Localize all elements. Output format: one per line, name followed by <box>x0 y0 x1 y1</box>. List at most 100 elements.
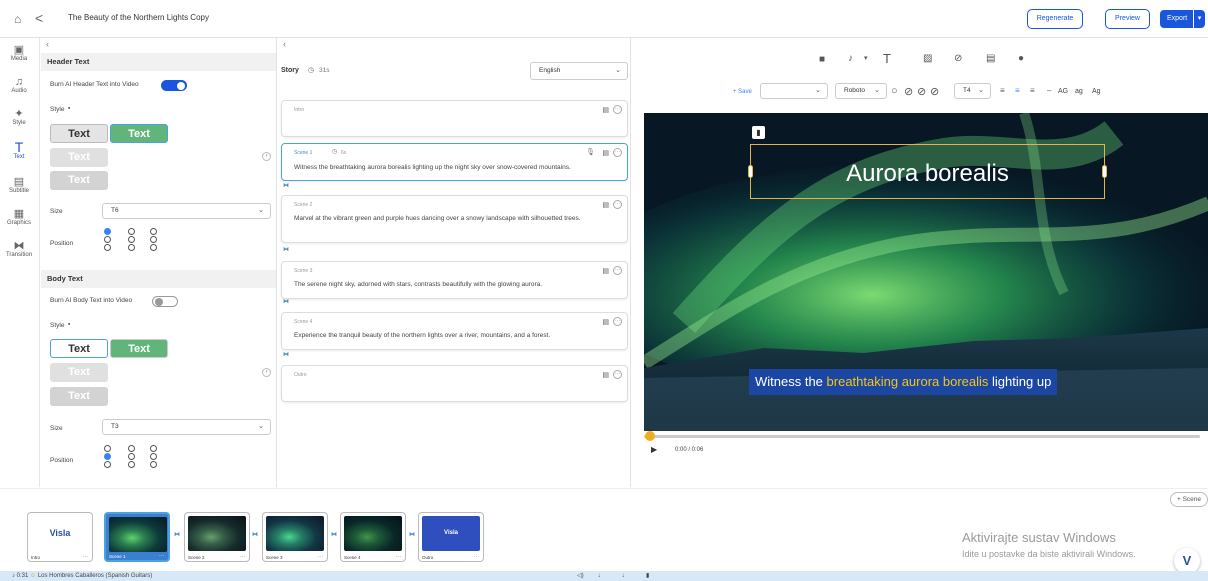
style-option-green[interactable]: Text <box>110 124 168 143</box>
transition-icon[interactable]: ⧓ <box>409 531 415 538</box>
microphone-icon[interactable]: ♪ <box>848 53 853 64</box>
comment-icon[interactable]: ▤ <box>986 53 995 64</box>
delete-icon[interactable]: ▮ <box>646 571 649 581</box>
body-size-select[interactable]: T3 ⌄ <box>102 419 271 435</box>
link-icon[interactable]: ⊘ <box>954 53 962 64</box>
preview-button[interactable]: Preview <box>1105 9 1150 29</box>
scene-text[interactable]: Witness the breathtaking aurora borealis… <box>294 163 619 173</box>
burn-body-toggle[interactable] <box>152 296 178 307</box>
position-radio[interactable] <box>104 461 111 468</box>
timeline-thumb-scene-3[interactable]: Scene 3 ··· <box>262 512 328 562</box>
comment-icon[interactable]: ▤ <box>602 267 609 275</box>
titlecase-button[interactable]: Ag <box>1092 88 1101 95</box>
style-option-grey[interactable]: Text <box>50 171 108 190</box>
more-icon[interactable]: ··· <box>613 266 622 275</box>
transition-icon[interactable]: ⧓ <box>283 182 289 189</box>
transition-icon[interactable]: ⧓ <box>283 298 289 305</box>
uppercase-button[interactable]: AG <box>1058 88 1068 95</box>
comment-icon[interactable]: ▤ <box>602 371 609 379</box>
export-button[interactable]: Export ▾ <box>1160 10 1205 28</box>
subtitle-text[interactable]: Witness the breathtaking aurora borealis… <box>749 369 1058 395</box>
scene-card-1[interactable]: Scene 1 ◷ 6s 🎙 ▤ ··· Witness the breathta… <box>281 143 628 181</box>
timeline-thumb-scene-2[interactable]: Scene 2 ··· <box>184 512 250 562</box>
scene-card-2[interactable]: Scene 2 ▤ ··· Marvel at the vibrant green… <box>281 195 628 243</box>
position-radio[interactable] <box>150 236 157 243</box>
more-icon[interactable]: ··· <box>159 553 164 559</box>
home-icon[interactable]: ⌂ <box>14 12 21 26</box>
preset-select[interactable]: ⌄ <box>760 83 828 99</box>
image-icon[interactable]: ▨ <box>923 53 932 64</box>
more-icon[interactable]: ··· <box>613 148 622 157</box>
progress-handle[interactable] <box>645 431 655 441</box>
size-select[interactable]: T4 ⌄ <box>954 83 991 99</box>
more-icon[interactable]: ··· <box>83 554 88 560</box>
timeline-thumb-scene-1[interactable]: Scene 1 ··· <box>104 512 170 562</box>
position-radio[interactable] <box>128 453 135 460</box>
video-preview[interactable]: ▮ Aurora borealis Witness the breathtaki… <box>644 113 1208 431</box>
position-radio[interactable] <box>128 236 135 243</box>
position-radio[interactable] <box>128 445 135 452</box>
more-icon[interactable]: ··· <box>396 554 401 560</box>
position-radio[interactable] <box>150 244 157 251</box>
nav-text[interactable]: T Text <box>0 140 38 160</box>
transition-icon[interactable]: ⧓ <box>174 531 180 538</box>
chevron-down-icon[interactable]: ▾ <box>1193 10 1205 28</box>
color-slash-icon[interactable]: ⊘ <box>930 85 939 98</box>
music-note-icon[interactable]: ♩ <box>598 571 604 581</box>
more-icon[interactable]: ··· <box>613 370 622 379</box>
language-select[interactable]: English ⌄ <box>530 62 628 80</box>
chevron-right-icon[interactable]: › <box>262 152 271 161</box>
header-text[interactable]: Aurora borealis <box>751 160 1104 188</box>
text-tool-icon[interactable]: T <box>883 51 891 66</box>
music-note-icon[interactable]: ♩ <box>622 571 628 581</box>
scene-card-outro[interactable]: Outro ▤ ··· <box>281 365 628 402</box>
burn-header-toggle[interactable] <box>161 80 187 91</box>
position-radio[interactable] <box>150 228 157 235</box>
more-icon[interactable]: ··· <box>613 200 622 209</box>
transition-icon[interactable]: ⧓ <box>283 246 289 253</box>
position-radio[interactable] <box>128 461 135 468</box>
resize-handle-left[interactable] <box>748 165 753 178</box>
more-icon[interactable]: ··· <box>318 554 323 560</box>
transition-icon[interactable]: ⧓ <box>252 531 258 538</box>
scene-card-intro[interactable]: Intro ▤ ··· <box>281 100 628 137</box>
position-radio[interactable] <box>128 228 135 235</box>
timeline-thumb-intro[interactable]: Visla Intro ··· <box>27 512 93 562</box>
position-radio[interactable] <box>104 244 111 251</box>
body-style-grey[interactable]: Text <box>50 387 108 406</box>
body-style-light[interactable]: Text <box>50 363 108 382</box>
chevron-right-icon[interactable]: › <box>262 368 271 377</box>
more-icon[interactable]: ··· <box>613 105 622 114</box>
body-style-green[interactable]: Text <box>110 339 168 358</box>
position-radio[interactable] <box>104 236 111 243</box>
scene-text[interactable]: Marvel at the vibrant green and purple h… <box>294 214 619 224</box>
position-radio[interactable] <box>104 445 111 452</box>
lowercase-button[interactable]: ag <box>1075 88 1083 95</box>
position-radio[interactable] <box>150 453 157 460</box>
comment-icon[interactable]: ▤ <box>602 149 609 157</box>
collapse-icon[interactable]: ‹ <box>283 39 286 49</box>
body-style-plain[interactable]: Text <box>50 339 108 358</box>
align-center-icon[interactable]: ≡ <box>1015 86 1020 95</box>
position-radio[interactable] <box>128 244 135 251</box>
nav-graphics[interactable]: ▦ Graphics <box>0 208 38 226</box>
music-bar[interactable]: ♪ 0:31 ☺ Los Hombres Caballeros (Spanish… <box>0 571 1208 581</box>
nav-audio[interactable]: ♫ Audio <box>0 76 38 94</box>
position-radio[interactable] <box>104 228 111 235</box>
align-left-icon[interactable]: ≡ <box>1000 86 1005 95</box>
nav-style[interactable]: ✦ Style <box>0 108 38 126</box>
comment-icon[interactable]: ▤ <box>602 106 609 114</box>
microphone-icon[interactable]: 🎙 <box>586 148 595 156</box>
more-icon[interactable]: ··· <box>474 554 479 560</box>
transition-icon[interactable]: ⧓ <box>283 351 289 358</box>
nav-subtitle[interactable]: ▤ Subtitle <box>0 176 38 194</box>
comment-icon[interactable]: ▤ <box>602 318 609 326</box>
progress-track[interactable] <box>644 435 1200 438</box>
regenerate-button[interactable]: Regenerate <box>1027 9 1083 29</box>
play-icon[interactable]: ▶ <box>651 445 657 454</box>
comment-icon[interactable]: ▤ <box>602 201 609 209</box>
info-icon[interactable]: ● <box>1018 53 1024 64</box>
style-option-light[interactable]: Text <box>50 148 108 167</box>
more-icon[interactable]: ··· <box>240 554 245 560</box>
save-button[interactable]: + Save <box>733 89 752 95</box>
